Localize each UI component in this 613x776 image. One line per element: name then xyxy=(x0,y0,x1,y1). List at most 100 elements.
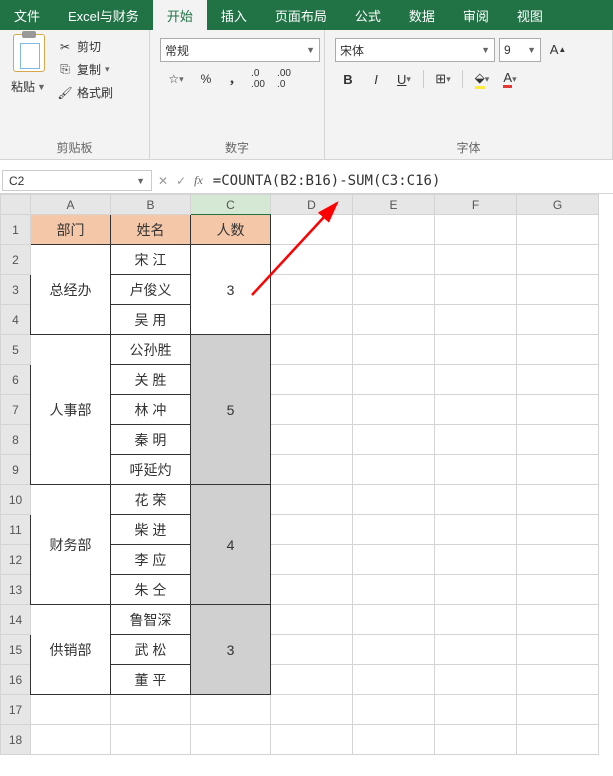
cell[interactable] xyxy=(271,455,353,485)
paste-button[interactable]: 粘贴 ▼ xyxy=(6,34,51,136)
cell[interactable] xyxy=(517,395,599,425)
font-size-dropdown[interactable]: 9 ▼ xyxy=(499,38,541,62)
cell[interactable]: 武 松 xyxy=(111,635,191,665)
tab-formula[interactable]: 公式 xyxy=(341,0,395,30)
cell[interactable] xyxy=(517,635,599,665)
cell[interactable] xyxy=(353,545,435,575)
row-header[interactable]: 11 xyxy=(1,515,31,545)
cell[interactable] xyxy=(271,695,353,725)
cell[interactable] xyxy=(353,485,435,515)
row-header[interactable]: 2 xyxy=(1,245,31,275)
cell[interactable] xyxy=(517,305,599,335)
cell[interactable]: 总经办 xyxy=(31,245,111,335)
italic-button[interactable]: I xyxy=(363,68,389,90)
cell[interactable] xyxy=(271,365,353,395)
row-header[interactable]: 13 xyxy=(1,575,31,605)
cell-active[interactable]: 3 xyxy=(191,245,271,335)
cell[interactable] xyxy=(271,665,353,695)
cell[interactable]: 朱 仝 xyxy=(111,575,191,605)
row-header[interactable]: 7 xyxy=(1,395,31,425)
cell[interactable]: 董 平 xyxy=(111,665,191,695)
cell[interactable] xyxy=(517,245,599,275)
tab-review[interactable]: 审阅 xyxy=(449,0,503,30)
cell[interactable]: 5 xyxy=(191,335,271,485)
cell[interactable] xyxy=(517,665,599,695)
cell[interactable] xyxy=(435,485,517,515)
cancel-formula-icon[interactable]: ✕ xyxy=(158,174,168,188)
font-name-dropdown[interactable]: 宋体 ▼ xyxy=(335,38,495,62)
cell[interactable]: 部门 xyxy=(31,215,111,245)
cell[interactable] xyxy=(435,545,517,575)
cell[interactable] xyxy=(353,665,435,695)
cell[interactable] xyxy=(517,605,599,635)
copy-button[interactable]: ⎘ 复制 ▾ xyxy=(57,61,113,78)
tab-data[interactable]: 数据 xyxy=(395,0,449,30)
tab-home[interactable]: 开始 xyxy=(153,0,207,30)
cell[interactable] xyxy=(353,695,435,725)
row-header[interactable]: 3 xyxy=(1,275,31,305)
cell[interactable] xyxy=(271,425,353,455)
tab-insert[interactable]: 插入 xyxy=(207,0,261,30)
cell[interactable] xyxy=(435,335,517,365)
cell[interactable]: 4 xyxy=(191,485,271,605)
cell[interactable] xyxy=(435,695,517,725)
cell[interactable] xyxy=(271,545,353,575)
cell[interactable] xyxy=(353,575,435,605)
tab-view[interactable]: 视图 xyxy=(503,0,557,30)
cell[interactable] xyxy=(517,695,599,725)
cell[interactable] xyxy=(517,575,599,605)
cell[interactable] xyxy=(271,725,353,755)
cell[interactable] xyxy=(435,425,517,455)
cell[interactable] xyxy=(517,275,599,305)
cell[interactable] xyxy=(353,335,435,365)
decrease-decimal-button[interactable]: .0.00 xyxy=(246,68,270,90)
cell[interactable] xyxy=(353,245,435,275)
cell[interactable] xyxy=(435,575,517,605)
row-header[interactable]: 15 xyxy=(1,635,31,665)
format-painter-button[interactable]: 🖌 格式刷 xyxy=(57,84,113,101)
cell[interactable]: 秦 明 xyxy=(111,425,191,455)
cell[interactable] xyxy=(517,425,599,455)
cell[interactable] xyxy=(271,275,353,305)
cell[interactable] xyxy=(435,245,517,275)
cell[interactable] xyxy=(271,575,353,605)
cell[interactable]: 公孙胜 xyxy=(111,335,191,365)
increase-decimal-button[interactable]: .00.0 xyxy=(272,68,296,90)
cell[interactable] xyxy=(271,305,353,335)
number-format-dropdown[interactable]: 常规 ▼ xyxy=(160,38,320,62)
col-header-e[interactable]: E xyxy=(353,195,435,215)
tab-layout[interactable]: 页面布局 xyxy=(261,0,341,30)
tab-file[interactable]: 文件 xyxy=(0,0,54,30)
cell[interactable] xyxy=(271,245,353,275)
row-header[interactable]: 12 xyxy=(1,545,31,575)
cell[interactable]: 柴 进 xyxy=(111,515,191,545)
cell[interactable] xyxy=(435,635,517,665)
row-header[interactable]: 8 xyxy=(1,425,31,455)
cell[interactable] xyxy=(435,455,517,485)
row-header[interactable]: 16 xyxy=(1,665,31,695)
tab-excel-finance[interactable]: Excel与财务 xyxy=(54,0,153,30)
cell[interactable] xyxy=(271,605,353,635)
cell[interactable]: 李 应 xyxy=(111,545,191,575)
cell[interactable] xyxy=(435,395,517,425)
cell[interactable] xyxy=(435,275,517,305)
cell[interactable] xyxy=(435,605,517,635)
col-header-a[interactable]: A xyxy=(31,195,111,215)
percent-button[interactable]: % xyxy=(194,68,218,90)
cell[interactable]: 宋 江 xyxy=(111,245,191,275)
comma-button[interactable]: , xyxy=(220,68,244,90)
cell[interactable] xyxy=(271,335,353,365)
name-box[interactable]: C2 ▼ xyxy=(2,170,152,191)
border-button[interactable]: ⊞▾ xyxy=(430,68,456,90)
cell[interactable]: 人数 xyxy=(191,215,271,245)
row-header[interactable]: 5 xyxy=(1,335,31,365)
cell[interactable]: 关 胜 xyxy=(111,365,191,395)
cell[interactable] xyxy=(517,515,599,545)
cell[interactable] xyxy=(271,485,353,515)
fill-color-button[interactable]: ⬙▾ xyxy=(469,68,495,90)
cell[interactable] xyxy=(111,725,191,755)
col-header-b[interactable]: B xyxy=(111,195,191,215)
cell[interactable] xyxy=(353,305,435,335)
row-header[interactable]: 17 xyxy=(1,695,31,725)
cell[interactable] xyxy=(517,485,599,515)
